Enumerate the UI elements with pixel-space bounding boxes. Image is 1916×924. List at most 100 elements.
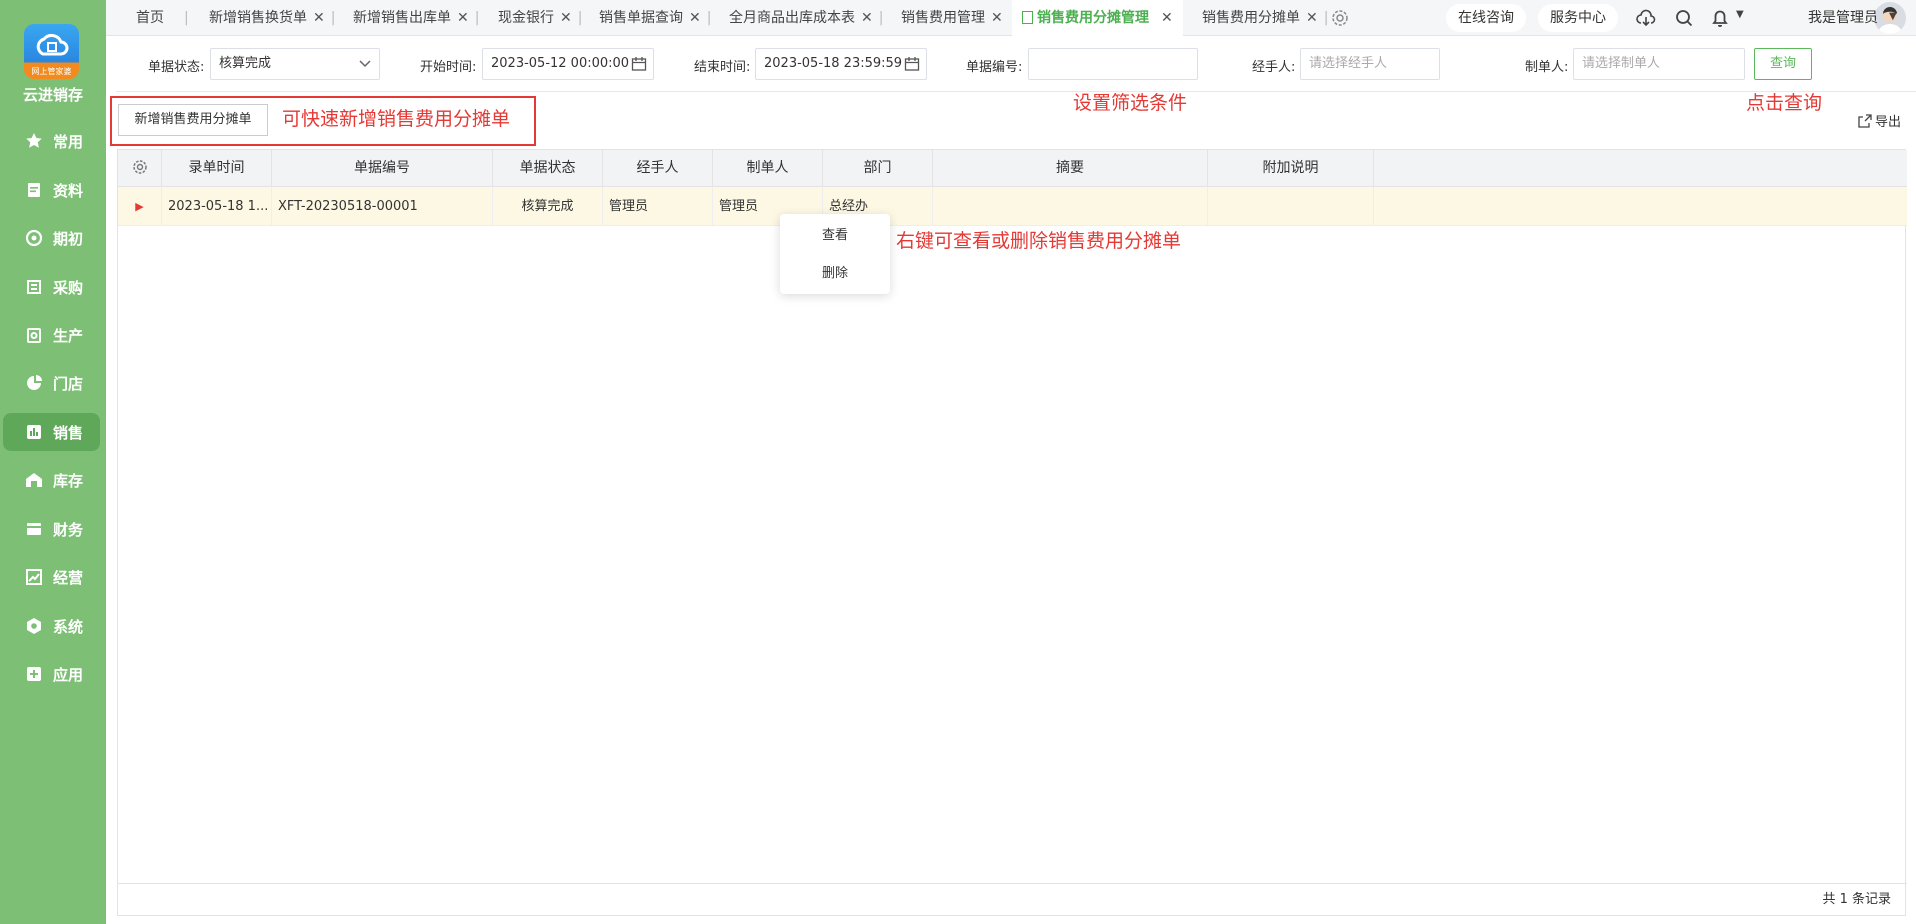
service-center-button[interactable]: 服务中心 (1538, 4, 1618, 32)
factory-icon (27, 328, 41, 343)
allocation-table: 录单时间 单据编号 单据状态 经手人 制单人 部门 摘要 附加说明 ▶ 2023… (117, 149, 1907, 916)
column-header[interactable]: 单据编号 (272, 150, 493, 187)
add-hint-annotation: 可快速新增销售费用分摊单 (282, 108, 511, 130)
sidebar-item-production[interactable]: 生产 (3, 316, 100, 354)
app: 网上管家婆 云进销存 常用 资料 期初 采购 生产 门店 销售 库存 财务 经营… (0, 0, 1916, 924)
cell-time: 2023-05-18 1... (162, 187, 272, 226)
column-header[interactable]: 部门 (823, 150, 933, 187)
sidebar-item-finance[interactable]: 财务 (3, 510, 100, 548)
table-footer: 共 1 条记录 (118, 883, 1907, 915)
query-button[interactable]: 查询 (1754, 48, 1812, 80)
app-logo: 网上管家婆 (24, 24, 79, 79)
row-marker-icon: ▶ (118, 187, 162, 226)
calendar-icon[interactable] (904, 56, 920, 72)
tab-sales-expense-management[interactable]: 销售费用管理 ✕ (901, 0, 1003, 36)
chevron-down-icon[interactable]: ▼ (1889, 11, 1897, 22)
end-time-label: 结束时间: (694, 60, 751, 75)
sidebar-item-label: 经营 (53, 568, 84, 587)
close-icon[interactable]: ✕ (861, 10, 873, 26)
maker-input[interactable]: 请选择制单人 (1573, 48, 1745, 80)
tab-home[interactable]: 首页 | (136, 0, 189, 36)
start-time-value: 2023-05-12 00:00:00 (491, 56, 630, 71)
sidebar-item-apps[interactable]: 应用 (3, 655, 100, 693)
calendar-icon[interactable] (631, 56, 647, 72)
tab-sales-expense-allocation-management[interactable]: 销售费用分摊管理 ✕ (1012, 0, 1183, 36)
sidebar-item-sales[interactable]: 销售 (3, 413, 100, 451)
sidebar-item-opening[interactable]: 期初 (3, 219, 100, 257)
context-menu-delete[interactable]: 删除 (780, 258, 890, 290)
brand-name: 云进销存 (22, 86, 83, 104)
sidebar-item-operation[interactable]: 经营 (3, 558, 100, 596)
table-row[interactable]: ▶ 2023-05-18 1... XFT-20230518-00001 核算完… (118, 187, 1907, 226)
cell-code: XFT-20230518-00001 (272, 187, 493, 226)
sidebar-item-label: 系统 (53, 617, 84, 636)
column-header[interactable]: 录单时间 (162, 150, 272, 187)
context-hint-annotation: 右键可查看或删除销售费用分摊单 (896, 230, 1182, 252)
warehouse-icon (26, 473, 42, 487)
chevron-down-icon (359, 60, 371, 68)
cell-handler: 管理员 (603, 187, 713, 226)
star-icon (26, 133, 42, 148)
end-time-value: 2023-05-18 23:59:59 (764, 56, 903, 71)
cloud-download-icon[interactable] (1634, 6, 1658, 30)
sidebar-item-purchase[interactable]: 采购 (3, 268, 100, 306)
wallet-icon (27, 523, 41, 535)
handler-input[interactable]: 请选择经手人 (1300, 48, 1440, 80)
close-icon[interactable]: ✕ (1161, 10, 1173, 26)
plus-icon (27, 667, 41, 681)
context-menu-view[interactable]: 查看 (780, 220, 890, 252)
trend-icon (26, 569, 42, 585)
bell-icon[interactable] (1708, 6, 1732, 30)
column-header[interactable]: 单据状态 (493, 150, 603, 187)
sidebar-item-data[interactable]: 资料 (3, 171, 100, 209)
divider (116, 91, 1916, 92)
sidebar-item-common[interactable]: 常用 (3, 122, 100, 160)
close-icon[interactable]: ✕ (313, 10, 325, 26)
column-header[interactable]: 经手人 (603, 150, 713, 187)
cell-summary (933, 187, 1208, 226)
cart-icon (27, 280, 41, 294)
close-icon[interactable]: ✕ (991, 10, 1003, 26)
tab-monthly-cost-report[interactable]: 全月商品出库成本表 ✕ | (729, 0, 883, 36)
tab-cash-bank[interactable]: 现金银行 ✕ | (498, 0, 582, 36)
column-settings[interactable] (118, 150, 162, 187)
doc-code-input[interactable] (1028, 48, 1198, 80)
sidebar-item-store[interactable]: 门店 (3, 364, 100, 402)
chevron-down-icon[interactable]: ▼ (1736, 9, 1744, 20)
sidebar-item-system[interactable]: 系统 (3, 607, 100, 645)
close-icon[interactable]: ✕ (560, 10, 572, 26)
cell-note (1208, 187, 1374, 226)
sidebar-item-label: 资料 (53, 181, 84, 200)
column-header[interactable]: 摘要 (933, 150, 1208, 187)
table-header: 录单时间 单据编号 单据状态 经手人 制单人 部门 摘要 附加说明 (118, 150, 1907, 187)
search-icon[interactable] (1672, 6, 1696, 30)
end-time-input[interactable]: 2023-05-18 23:59:59 (755, 48, 927, 80)
pie-icon (27, 375, 42, 390)
maker-label: 制单人: (1525, 60, 1569, 75)
status-value: 核算完成 (219, 56, 272, 71)
tab-new-sales-outbound[interactable]: 新增销售出库单 ✕ | (353, 0, 479, 36)
online-consult-button[interactable]: 在线咨询 (1446, 4, 1526, 32)
tab-label: 全月商品出库成本表 (729, 10, 855, 26)
sidebar-item-label: 财务 (53, 520, 84, 539)
sidebar-item-label: 销售 (53, 423, 84, 442)
tab-label: 新增销售换货单 (209, 10, 307, 26)
tab-label: 销售费用分摊单 (1202, 10, 1300, 26)
tab-sales-expense-allocation-doc[interactable]: 销售费用分摊单 ✕ | (1202, 0, 1328, 36)
column-header[interactable]: 附加说明 (1208, 150, 1374, 187)
export-button[interactable]: 导出 (1858, 111, 1901, 130)
status-select[interactable]: 核算完成 (210, 48, 380, 80)
close-icon[interactable]: ✕ (1306, 10, 1318, 26)
close-icon[interactable]: ✕ (689, 10, 701, 26)
user-name[interactable]: 我是管理员 (1808, 0, 1878, 36)
tab-sales-doc-query[interactable]: 销售单据查询 ✕ | (599, 0, 711, 36)
start-time-input[interactable]: 2023-05-12 00:00:00 (482, 48, 654, 80)
sidebar-item-inventory[interactable]: 库存 (3, 461, 100, 499)
tab-new-sales-exchange[interactable]: 新增销售换货单 ✕ | (209, 0, 335, 36)
tab-settings-icon[interactable] (1328, 6, 1352, 30)
column-header[interactable]: 制单人 (713, 150, 823, 187)
handler-label: 经手人: (1252, 60, 1296, 75)
cell-status: 核算完成 (493, 187, 603, 226)
document-icon (1022, 11, 1033, 24)
close-icon[interactable]: ✕ (457, 10, 469, 26)
